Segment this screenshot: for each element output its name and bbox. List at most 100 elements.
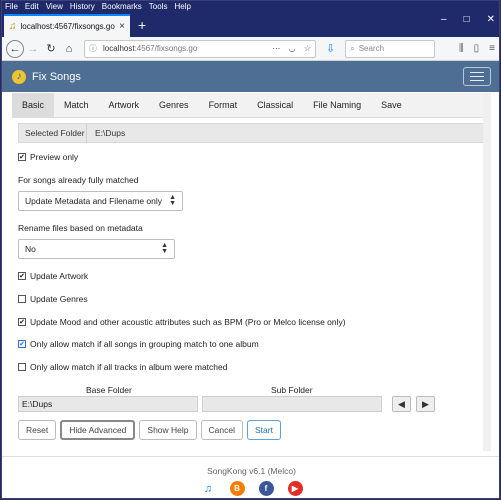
sidebar-icon[interactable]: ▯ bbox=[474, 43, 480, 54]
library-icon[interactable]: ⫼ bbox=[459, 43, 464, 54]
reload-button[interactable]: ↻ bbox=[42, 40, 60, 58]
download-icon[interactable]: ⇩ bbox=[326, 42, 335, 55]
tab-format[interactable]: Format bbox=[199, 93, 248, 117]
select-arrows-icon: ▲ ▼ bbox=[169, 194, 176, 207]
base-folder-input[interactable]: E:\Dups bbox=[18, 396, 198, 412]
close-window-button[interactable]: ✕ bbox=[487, 14, 495, 25]
option-row[interactable]: Update Genres bbox=[18, 294, 88, 304]
preview-only-checkbox[interactable]: ✔ bbox=[18, 153, 26, 161]
move-right-button[interactable]: ▶ bbox=[416, 396, 435, 412]
menu-bar: File Edit View History Bookmarks Tools H… bbox=[2, 1, 499, 12]
preview-only-option[interactable]: ✔ Preview only bbox=[18, 152, 78, 162]
main-content: Basic Match Artwork Genres Format Classi… bbox=[12, 93, 491, 451]
search-icon: ⌕ bbox=[350, 43, 355, 53]
rename-label: Rename files based on metadata bbox=[18, 223, 143, 233]
url-text[interactable]: localhost:4567/fixsongs.go bbox=[103, 44, 266, 53]
move-left-button[interactable]: ◀ bbox=[392, 396, 411, 412]
arrow-right-icon: ▶ bbox=[422, 398, 429, 409]
browser-tab[interactable]: ♫ localhost:4567/fixsongs.go × bbox=[4, 14, 130, 37]
url-host: localhost bbox=[103, 44, 135, 53]
sub-folder-label: Sub Folder bbox=[271, 385, 313, 395]
menu-history[interactable]: History bbox=[70, 2, 95, 11]
cancel-button[interactable]: Cancel bbox=[200, 420, 243, 440]
tab-basic[interactable]: Basic bbox=[12, 93, 55, 117]
close-tab-icon[interactable]: × bbox=[119, 21, 125, 32]
base-folder-label: Base Folder bbox=[86, 385, 132, 395]
window-controls: – □ ✕ bbox=[424, 14, 495, 25]
menu-file[interactable]: File bbox=[5, 2, 18, 11]
tab-strip: ♫ localhost:4567/fixsongs.go × + – □ ✕ bbox=[2, 12, 499, 37]
rename-select[interactable]: No ▲ ▼ bbox=[18, 239, 175, 259]
option-row[interactable]: ✔ Only allow match if all songs in group… bbox=[18, 339, 259, 349]
fully-matched-label: For songs already fully matched bbox=[18, 175, 139, 185]
search-placeholder: Search bbox=[358, 44, 385, 53]
hamburger-menu-button[interactable] bbox=[463, 67, 491, 86]
option-label: Update Genres bbox=[30, 294, 88, 304]
update-mood-checkbox[interactable]: ✔ bbox=[18, 318, 26, 326]
select-arrows-icon: ▲ ▼ bbox=[161, 242, 168, 255]
tab-match[interactable]: Match bbox=[54, 93, 99, 117]
option-label: Update Artwork bbox=[30, 271, 89, 281]
selected-folder-label: Selected Folder bbox=[19, 124, 87, 142]
bookmark-star-icon[interactable]: ☆ bbox=[304, 44, 311, 53]
menu-edit[interactable]: Edit bbox=[25, 2, 39, 11]
menu-tools[interactable]: Tools bbox=[149, 2, 168, 11]
selected-folder-value: E:\Dups bbox=[95, 128, 126, 138]
forward-button[interactable]: → bbox=[24, 40, 42, 58]
fully-matched-value: Update Metadata and Filename only bbox=[25, 196, 163, 206]
fully-matched-select[interactable]: Update Metadata and Filename only ▲ ▼ bbox=[18, 191, 183, 211]
all-tracks-matched-checkbox[interactable] bbox=[18, 363, 26, 371]
vertical-scrollbar[interactable] bbox=[483, 93, 491, 451]
action-buttons: Reset Hide Advanced Show Help Cancel Sta… bbox=[18, 420, 281, 440]
tab-artwork[interactable]: Artwork bbox=[99, 93, 150, 117]
option-row[interactable]: Only allow match if all tracks in album … bbox=[18, 362, 227, 372]
option-row[interactable]: ✔ Update Mood and other acoustic attribu… bbox=[18, 317, 346, 327]
pocket-icon[interactable]: ◡ bbox=[289, 44, 296, 53]
sub-folder-input[interactable] bbox=[202, 396, 382, 412]
info-icon[interactable]: ⓘ bbox=[89, 43, 97, 54]
reset-button[interactable]: Reset bbox=[18, 420, 57, 440]
facebook-icon[interactable]: f bbox=[258, 481, 274, 496]
back-button[interactable]: ← bbox=[6, 39, 24, 58]
update-genres-checkbox[interactable] bbox=[18, 295, 26, 303]
tab-title: localhost:4567/fixsongs.go bbox=[20, 22, 115, 31]
show-help-button[interactable]: Show Help bbox=[139, 420, 197, 440]
version-text: SongKong v6.1 (Melco) bbox=[207, 466, 296, 476]
url-path: :4567/fixsongs.go bbox=[134, 44, 198, 53]
preview-only-label: Preview only bbox=[30, 152, 79, 162]
new-tab-button[interactable]: + bbox=[138, 17, 146, 33]
menu-help[interactable]: Help bbox=[174, 2, 190, 11]
search-bar[interactable]: ⌕ Search bbox=[345, 39, 436, 58]
menu-bookmarks[interactable]: Bookmarks bbox=[102, 2, 142, 11]
menu-icon[interactable]: ≡ bbox=[489, 43, 495, 54]
update-artwork-checkbox[interactable]: ✔ bbox=[18, 272, 26, 280]
home-button[interactable]: ⌂ bbox=[60, 40, 78, 58]
songkong-icon[interactable]: ♫ bbox=[200, 481, 216, 496]
app-title: Fix Songs bbox=[32, 70, 81, 83]
arrow-left-icon: ◀ bbox=[398, 398, 405, 409]
option-row[interactable]: ✔ Update Artwork bbox=[18, 271, 88, 281]
url-bar[interactable]: ⓘ localhost:4567/fixsongs.go ⋯ ◡ ☆ bbox=[84, 39, 316, 58]
footer: SongKong v6.1 (Melco) ♫ B f ▶ bbox=[2, 456, 499, 498]
option-label: Only allow match if all tracks in album … bbox=[30, 362, 228, 372]
blogger-icon[interactable]: B bbox=[229, 481, 245, 496]
tab-genres[interactable]: Genres bbox=[149, 93, 199, 117]
music-note-icon: ♫ bbox=[9, 21, 17, 32]
songkong-logo-icon: ♪ bbox=[12, 69, 26, 84]
browser-window: File Edit View History Bookmarks Tools H… bbox=[1, 0, 500, 499]
more-actions-icon[interactable]: ⋯ bbox=[272, 44, 280, 53]
option-label: Only allow match if all songs in groupin… bbox=[30, 339, 259, 349]
tab-classical[interactable]: Classical bbox=[247, 93, 303, 117]
start-button[interactable]: Start bbox=[246, 420, 281, 440]
settings-tabs: Basic Match Artwork Genres Format Classi… bbox=[12, 93, 491, 118]
grouping-match-checkbox[interactable]: ✔ bbox=[18, 340, 26, 348]
tab-save[interactable]: Save bbox=[371, 93, 412, 117]
selected-folder-row: Selected Folder E:\Dups bbox=[18, 123, 484, 143]
tab-file-naming[interactable]: File Naming bbox=[303, 93, 371, 117]
hide-advanced-button[interactable]: Hide Advanced bbox=[60, 420, 136, 440]
youtube-icon[interactable]: ▶ bbox=[287, 481, 303, 496]
minimize-button[interactable]: – bbox=[441, 14, 447, 25]
maximize-button[interactable]: □ bbox=[464, 14, 470, 25]
option-label: Update Mood and other acoustic attribute… bbox=[30, 317, 346, 327]
menu-view[interactable]: View bbox=[46, 2, 63, 11]
